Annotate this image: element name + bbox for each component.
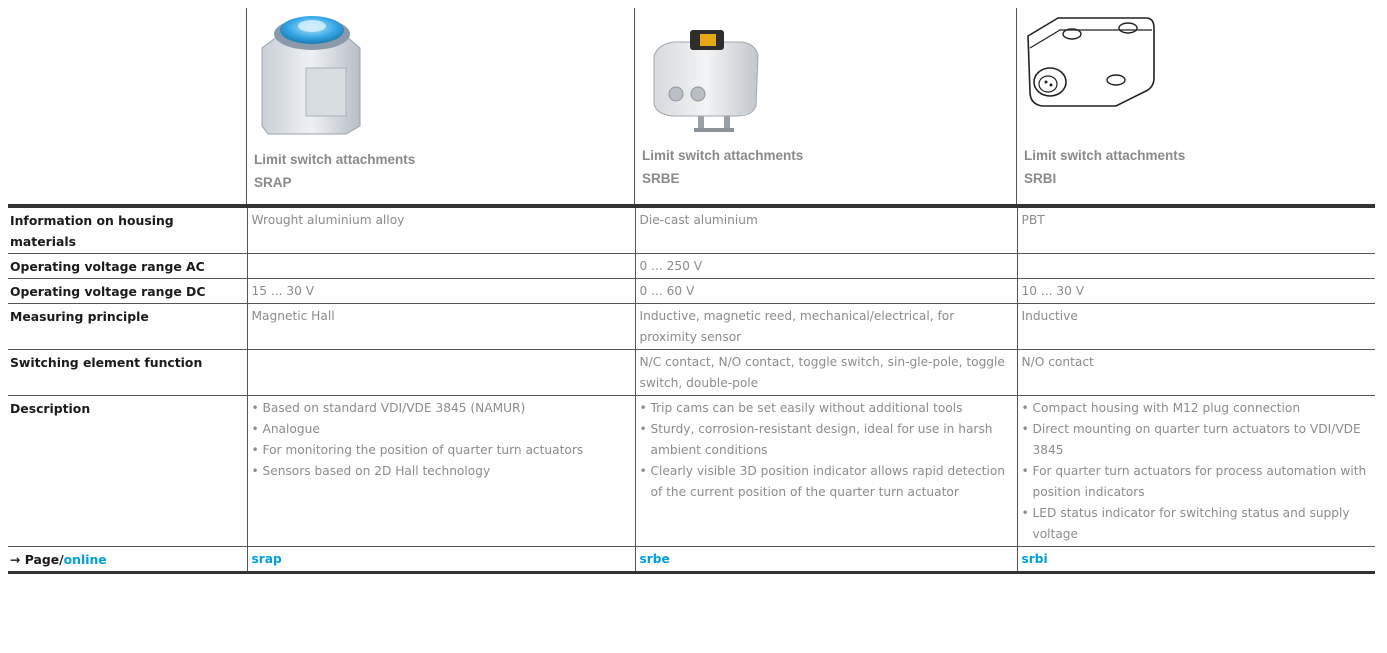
description-list: Based on standard VDI/VDE 3845 (NAMUR) A… bbox=[252, 398, 631, 482]
column-divider bbox=[246, 8, 247, 204]
cell-srap: Magnetic Hall bbox=[246, 303, 635, 350]
product-name: Limit switch attachments SRBI bbox=[1024, 148, 1186, 186]
table-row: → Page/online srap srbe srbi bbox=[8, 546, 1375, 574]
row-label: Measuring principle bbox=[8, 303, 247, 350]
row-label: Information on housing materials bbox=[8, 208, 247, 254]
srap-link[interactable]: srap bbox=[252, 552, 282, 566]
product-comparison-page: Limit switch attachments SRAP Limit swit… bbox=[8, 8, 1375, 574]
cell-srap: 15 ... 30 V bbox=[246, 278, 635, 304]
product-name: Limit switch attachments SRBE bbox=[642, 148, 804, 186]
arrow-right-icon: → bbox=[10, 552, 21, 567]
srbe-link[interactable]: srbe bbox=[640, 552, 670, 566]
table-row: Measuring principle Magnetic Hall Induct… bbox=[8, 303, 1375, 350]
column-divider bbox=[1016, 8, 1017, 204]
cell-srap: Based on standard VDI/VDE 3845 (NAMUR) A… bbox=[246, 395, 635, 547]
cell-srbe: 0 ... 60 V bbox=[634, 278, 1017, 304]
srap-product-image bbox=[261, 16, 361, 135]
page-label: Page/ bbox=[24, 552, 64, 567]
cell-srbi: PBT bbox=[1016, 208, 1375, 254]
row-label: Description bbox=[8, 395, 247, 547]
cell-srap: srap bbox=[246, 546, 635, 574]
cell-srap bbox=[246, 253, 635, 279]
list-item: Clearly visible 3D position indicator al… bbox=[640, 461, 1013, 503]
cell-srap bbox=[246, 349, 635, 396]
srbi-product-image bbox=[1027, 17, 1155, 107]
list-item: Trip cams can be set easily without addi… bbox=[640, 398, 1013, 419]
list-item: Direct mounting on quarter turn actuator… bbox=[1022, 419, 1372, 461]
list-item: For monitoring the position of quarter t… bbox=[252, 440, 631, 461]
cell-srbi bbox=[1016, 253, 1375, 279]
list-item: Analogue bbox=[252, 419, 631, 440]
srbi-link[interactable]: srbi bbox=[1022, 552, 1048, 566]
row-label: Operating voltage range AC bbox=[8, 253, 247, 279]
cell-srbi: Compact housing with M12 plug connection… bbox=[1016, 395, 1375, 547]
table-row: Information on housing materials Wrought… bbox=[8, 208, 1375, 254]
list-item: LED status indicator for switching statu… bbox=[1022, 503, 1372, 545]
spec-table: Information on housing materials Wrought… bbox=[8, 208, 1375, 574]
list-item: Sensors based on 2D Hall technology bbox=[252, 461, 631, 482]
row-label: Operating voltage range DC bbox=[8, 278, 247, 304]
cell-srbi: srbi bbox=[1016, 546, 1375, 574]
column-divider bbox=[634, 8, 635, 204]
cell-srbi: N/O contact bbox=[1016, 349, 1375, 396]
list-item: Based on standard VDI/VDE 3845 (NAMUR) bbox=[252, 398, 631, 419]
table-row: Operating voltage range AC 0 ... 250 V bbox=[8, 253, 1375, 279]
online-link[interactable]: online bbox=[64, 552, 107, 567]
description-list: Trip cams can be set easily without addi… bbox=[640, 398, 1013, 503]
row-label: Switching element function bbox=[8, 349, 247, 396]
description-list: Compact housing with M12 plug connection… bbox=[1022, 398, 1372, 545]
row-label: → Page/online bbox=[8, 546, 247, 574]
cell-srbe: Trip cams can be set easily without addi… bbox=[634, 395, 1017, 547]
product-srbi: Limit switch attachments SRBI bbox=[1020, 8, 1375, 204]
srbe-product-image bbox=[653, 30, 759, 132]
cell-srap: Wrought aluminium alloy bbox=[246, 208, 635, 254]
cell-srbe: Die-cast aluminium bbox=[634, 208, 1017, 254]
cell-srbe: srbe bbox=[634, 546, 1017, 574]
cell-srbe: Inductive, magnetic reed, mechanical/ele… bbox=[634, 303, 1017, 350]
product-name: Limit switch attachments SRAP bbox=[254, 152, 416, 190]
table-row: Switching element function N/C contact, … bbox=[8, 349, 1375, 396]
cell-srbe: 0 ... 250 V bbox=[634, 253, 1017, 279]
product-srap: Limit switch attachments SRAP bbox=[250, 8, 630, 204]
table-row: Operating voltage range DC 15 ... 30 V 0… bbox=[8, 278, 1375, 304]
list-item: Compact housing with M12 plug connection bbox=[1022, 398, 1372, 419]
product-header: Limit switch attachments SRAP Limit swit… bbox=[8, 8, 1375, 208]
cell-srbi: 10 ... 30 V bbox=[1016, 278, 1375, 304]
product-srbe: Limit switch attachments SRBE bbox=[638, 8, 1012, 204]
table-row: Description Based on standard VDI/VDE 38… bbox=[8, 395, 1375, 547]
list-item: For quarter turn actuators for process a… bbox=[1022, 461, 1372, 503]
list-item: Sturdy, corrosion-resistant design, idea… bbox=[640, 419, 1013, 461]
cell-srbe: N/C contact, N/O contact, toggle switch,… bbox=[634, 349, 1017, 396]
cell-srbi: Inductive bbox=[1016, 303, 1375, 350]
